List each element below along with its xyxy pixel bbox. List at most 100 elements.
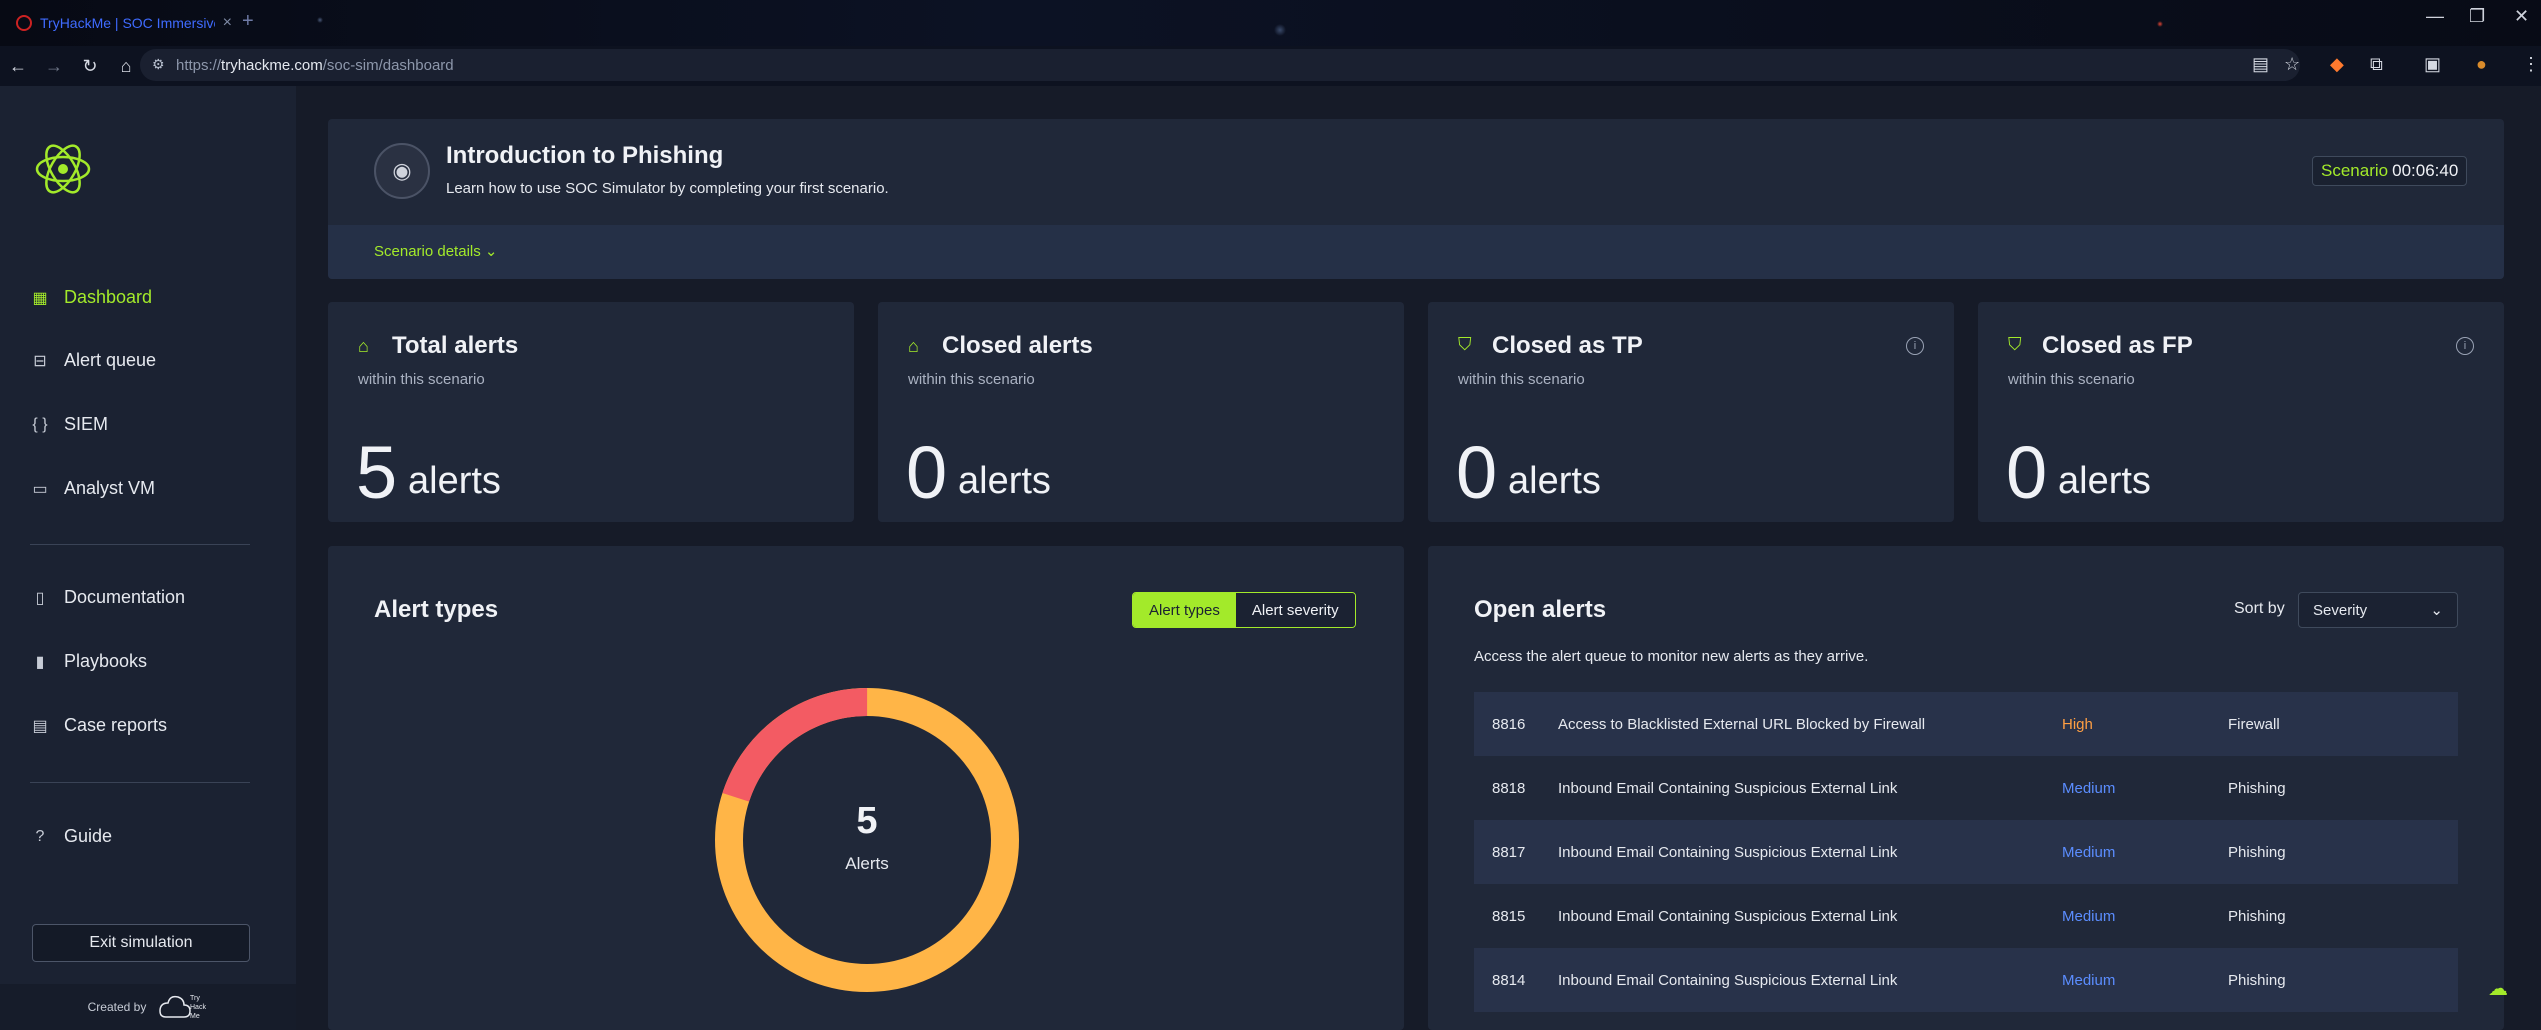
- alert-type: Firewall: [2228, 715, 2280, 733]
- sidebar-item-siem[interactable]: { } SIEM: [30, 414, 108, 435]
- alert-types-title: Alert types: [374, 596, 499, 623]
- exit-simulation-button[interactable]: Exit simulation: [32, 924, 250, 962]
- alert-severity: Medium: [2062, 843, 2116, 861]
- alert-name: Inbound Email Containing Suspicious Exte…: [1558, 971, 1898, 989]
- clipboard-icon[interactable]: ▤: [2252, 54, 2269, 75]
- info-icon[interactable]: i: [1906, 337, 1924, 355]
- info-icon[interactable]: i: [2456, 337, 2474, 355]
- tab-title: TryHackMe | SOC Immersive S: [40, 15, 215, 31]
- home-icon[interactable]: ⌂: [108, 56, 144, 77]
- scenario-avatar-icon: ◉: [374, 143, 430, 199]
- timer-label: Scenario: [2321, 161, 2389, 180]
- thm-logo-hack: Hack: [190, 1004, 206, 1011]
- sort-by-value: Severity: [2313, 601, 2368, 619]
- alert-id: 8815: [1492, 907, 1526, 925]
- scenario-details-toggle[interactable]: Scenario details ⌄: [374, 242, 497, 260]
- alert-name: Inbound Email Containing Suspicious Exte…: [1558, 779, 1898, 797]
- bookmark-star-icon[interactable]: ☆: [2284, 54, 2300, 75]
- open-alerts-subtitle: Access the alert queue to monitor new al…: [1474, 648, 1869, 665]
- chevron-down-icon: ⌄: [484, 243, 498, 260]
- sort-by-select[interactable]: Severity ⌄: [2298, 592, 2458, 628]
- sidebar-item-documentation[interactable]: ▯ Documentation: [30, 587, 185, 608]
- url-field[interactable]: https://tryhackme.com/soc-sim/dashboard: [140, 49, 2300, 81]
- stat-title: Closed as TP: [1492, 332, 1643, 359]
- alert-severity: Medium: [2062, 779, 2116, 797]
- thm-logo-try: Try: [190, 995, 200, 1002]
- alert-severity: Medium: [2062, 971, 2116, 989]
- browser-menu-icon[interactable]: ⋮: [2522, 54, 2540, 75]
- sidebar-item-label: SIEM: [64, 414, 109, 434]
- sidebar-divider: [30, 782, 250, 783]
- open-alerts-title: Open alerts: [1474, 596, 1607, 623]
- sidebar-item-label: Dashboard: [64, 287, 153, 307]
- extensions-puzzle-icon[interactable]: ⧉: [2370, 54, 2383, 75]
- browser-tab[interactable]: TryHackMe | SOC Immersive S ×: [8, 6, 240, 40]
- alert-severity: Medium: [2062, 907, 2116, 925]
- thm-logo-me: Me: [190, 1013, 200, 1020]
- extension-fox-icon[interactable]: ◆: [2330, 54, 2344, 75]
- sidebar: ▦ Dashboard ⊟ Alert queue { } SIEM ▭ Ana…: [0, 86, 296, 1030]
- stat-title: Closed alerts: [942, 332, 1093, 359]
- reload-icon[interactable]: ↻: [72, 56, 108, 77]
- tryhackme-logo-icon[interactable]: Try Hack Me: [156, 991, 208, 1023]
- alert-row[interactable]: 8817 Inbound Email Containing Suspicious…: [1474, 820, 2458, 884]
- soc-sim-logo-icon[interactable]: [30, 136, 96, 202]
- created-by-footer: Created by Try Hack Me: [0, 984, 296, 1030]
- sidebar-item-guide[interactable]: ? Guide: [30, 826, 113, 847]
- alert-type: Phishing: [2228, 779, 2286, 797]
- scenario-details-bar: [328, 225, 2504, 279]
- new-tab-button[interactable]: +: [242, 10, 254, 33]
- sidebar-toggle-icon[interactable]: ▣: [2424, 54, 2441, 75]
- alert-type: Phishing: [2228, 843, 2286, 861]
- alert-severity: High: [2062, 715, 2093, 733]
- url-path: /soc-sim/dashboard: [322, 56, 454, 74]
- stat-value: 0: [1456, 431, 1498, 514]
- maximize-icon[interactable]: ❐: [2469, 6, 2485, 27]
- chat-support-icon[interactable]: ☁: [2488, 976, 2516, 1004]
- alert-name: Access to Blacklisted External URL Block…: [1558, 715, 1926, 733]
- sidebar-item-dashboard[interactable]: ▦ Dashboard: [30, 287, 152, 308]
- close-window-icon[interactable]: ✕: [2514, 6, 2529, 27]
- alert-name: Inbound Email Containing Suspicious Exte…: [1558, 843, 1898, 861]
- alert-id: 8816: [1492, 715, 1526, 733]
- alert-row[interactable]: 8815 Inbound Email Containing Suspicious…: [1474, 884, 2458, 948]
- sidebar-item-playbooks[interactable]: ▮ Playbooks: [30, 651, 147, 672]
- sidebar-item-analyst-vm[interactable]: ▭ Analyst VM: [30, 478, 155, 499]
- alert-row[interactable]: 8814 Inbound Email Containing Suspicious…: [1474, 948, 2458, 1012]
- alert-type: Phishing: [2228, 971, 2286, 989]
- alert-id: 8818: [1492, 779, 1526, 797]
- sidebar-item-case-reports[interactable]: ▤ Case reports: [30, 715, 167, 736]
- scenario-timer: Scenario 00:06:40: [2312, 156, 2468, 186]
- stat-unit: alerts: [408, 460, 501, 502]
- document-icon: ▯: [35, 589, 45, 607]
- alert-id: 8817: [1492, 843, 1526, 861]
- toggle-alert-severity[interactable]: Alert severity: [1235, 593, 1355, 627]
- alert-row[interactable]: 8818 Inbound Email Containing Suspicious…: [1474, 756, 2458, 820]
- minimize-icon[interactable]: —: [2426, 6, 2444, 27]
- stat-title: Closed as FP: [2042, 332, 2193, 359]
- tab-close-icon[interactable]: ×: [223, 14, 232, 32]
- alert-name: Inbound Email Containing Suspicious Exte…: [1558, 907, 1898, 925]
- forward-icon[interactable]: →: [36, 56, 72, 77]
- help-icon: ?: [35, 827, 45, 845]
- profile-avatar-icon[interactable]: ●: [2476, 54, 2487, 75]
- report-icon: ▤: [32, 717, 48, 735]
- alert-row[interactable]: 8816 Access to Blacklisted External URL …: [1474, 692, 2458, 756]
- stat-unit: alerts: [2058, 460, 2151, 502]
- url-scheme: https://: [176, 56, 222, 74]
- sidebar-item-label: Analyst VM: [64, 478, 156, 498]
- sort-by-label: Sort by: [2234, 600, 2285, 617]
- stat-subtitle: within this scenario: [2008, 371, 2135, 388]
- back-icon[interactable]: ←: [0, 56, 36, 77]
- site-settings-icon[interactable]: ⚙: [152, 56, 165, 73]
- sidebar-divider: [30, 544, 250, 545]
- alert-bell-icon: ⌂: [908, 336, 919, 356]
- sidebar-item-label: Documentation: [64, 587, 186, 607]
- stat-subtitle: within this scenario: [358, 371, 485, 388]
- sidebar-item-alert-queue[interactable]: ⊟ Alert queue: [30, 350, 156, 371]
- stat-unit: alerts: [1508, 460, 1601, 502]
- stat-title: Total alerts: [392, 332, 519, 359]
- url-host: tryhackme.com: [221, 56, 323, 74]
- tryhackme-favicon-icon: [16, 15, 32, 31]
- toggle-alert-types[interactable]: Alert types: [1133, 593, 1236, 627]
